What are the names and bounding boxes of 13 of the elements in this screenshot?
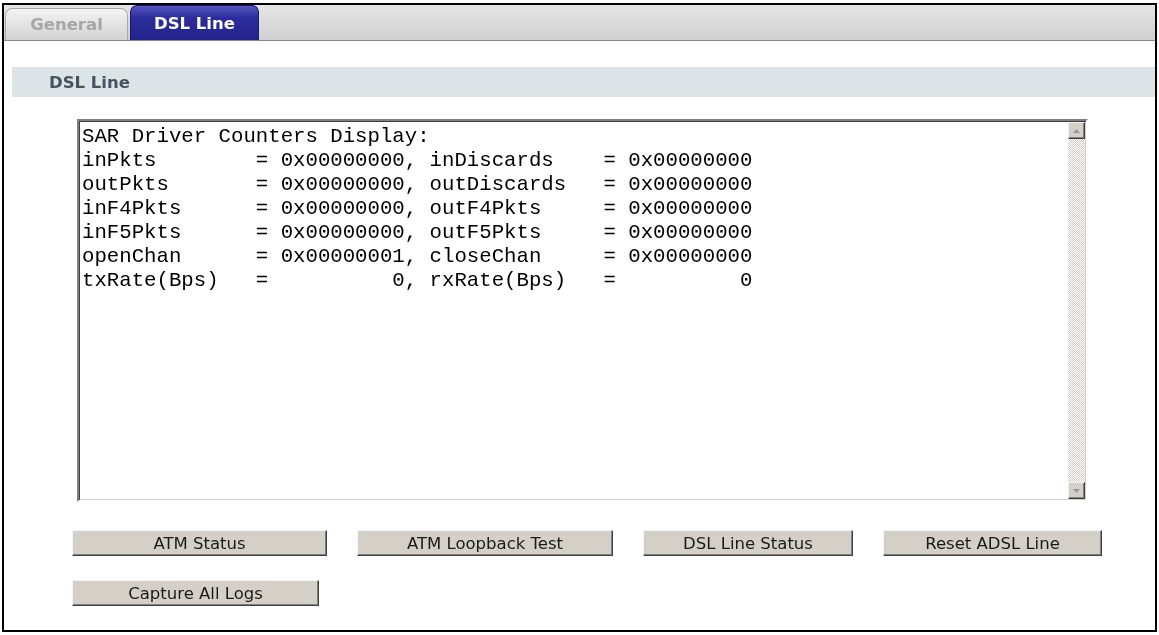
scroll-up-button[interactable] <box>1068 122 1085 139</box>
action-button[interactable]: DSL Line Status <box>643 530 853 556</box>
action-button[interactable]: ATM Loopback Test <box>357 530 613 556</box>
counters-text-area[interactable]: SAR Driver Counters Display: inPkts = 0x00000000, inDiscards = 0x00000000 outPkts = 0x00000000, outDiscards = 0x00000000 inF4Pkts = 0x00000000, outF4Pkts = 0x00000000 inF5Pkts = 0x00000000, outF5Pkts = 0x00000000 openChan = 0x00000001, closeChan = 0x00000000 txRate(Bps) = 0, rxRate(Bps) = 0 <box>77 119 1088 502</box>
up-triangle-icon <box>1073 128 1080 133</box>
action-button[interactable]: Reset ADSL Line <box>883 530 1102 556</box>
action-button[interactable]: ATM Status <box>72 530 327 556</box>
scrollbar-track[interactable] <box>1068 122 1085 499</box>
down-triangle-icon <box>1073 488 1080 493</box>
action-button[interactable]: Capture All Logs <box>72 580 319 606</box>
section-title: DSL Line <box>49 72 130 92</box>
tab[interactable]: DSL Line <box>130 5 259 40</box>
scroll-down-button[interactable] <box>1068 482 1085 499</box>
